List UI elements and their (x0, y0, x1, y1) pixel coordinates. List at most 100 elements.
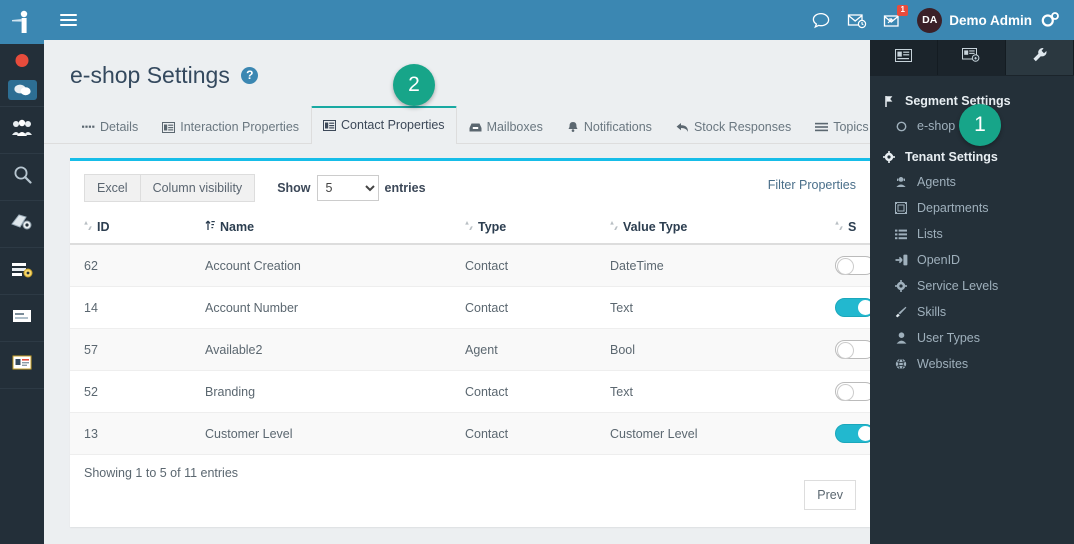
mail-clock-icon[interactable] (839, 0, 875, 40)
group-title-label: Tenant Settings (905, 150, 998, 164)
column-visibility-button[interactable]: Column visibility (140, 174, 256, 202)
mail-arrow-icon[interactable]: 1 (875, 0, 911, 40)
settings-rail-item[interactable] (0, 248, 44, 294)
right-panel-item-websites[interactable]: Websites (870, 351, 1074, 377)
cell-value-type: DateTime (610, 244, 835, 287)
col-header-label: S (848, 219, 857, 234)
cell-status (835, 328, 870, 371)
page-header: e-shop Settings ? (44, 40, 870, 89)
id-card-search-icon (962, 48, 981, 67)
table-row[interactable]: 52 Branding Contact Text (70, 370, 870, 413)
tab-topics[interactable]: Topics (803, 112, 870, 143)
table-info-label: Showing 1 to 5 of 11 entries (84, 466, 239, 480)
prev-page-button[interactable]: Prev (804, 480, 856, 510)
reports-rail-item[interactable] (0, 201, 44, 247)
status-toggle[interactable] (835, 382, 870, 401)
app-logo[interactable] (0, 0, 44, 44)
hamburger-icon[interactable] (44, 11, 92, 29)
right-panel-item-openid[interactable]: OpenID (870, 247, 1074, 273)
tab-label: Stock Responses (693, 120, 792, 134)
tab-interaction-properties[interactable]: Interaction Properties (150, 112, 311, 143)
chat-bubble-icon[interactable] (803, 0, 839, 40)
cell-status (835, 244, 870, 287)
cell-name: Account Creation (205, 244, 465, 287)
chat-rail-item[interactable] (0, 44, 44, 106)
app-root: 1 DA Demo Admin e-shop Settings ? Detail… (0, 0, 1074, 544)
table-body: 62 Account Creation Contact DateTime 14 … (70, 244, 870, 455)
step-badge-1: 1 (959, 104, 1001, 146)
cell-type: Contact (465, 244, 610, 287)
contact-card-tab[interactable] (870, 40, 938, 75)
item-label: Departments (917, 201, 989, 215)
status-toggle[interactable] (835, 298, 870, 317)
dots-icon (82, 122, 95, 133)
gears-icon[interactable] (1032, 0, 1068, 40)
top-header-bar: 1 DA Demo Admin (44, 0, 1074, 40)
sort-both-icon (84, 220, 92, 234)
col-header-label: Name (220, 219, 255, 234)
col-header-label: ID (97, 219, 110, 234)
cell-type: Contact (465, 412, 610, 455)
cell-name: Available2 (205, 328, 465, 371)
pagination: Prev (804, 480, 856, 510)
question-mark-icon[interactable]: ? (241, 67, 259, 84)
right-panel-item-service-levels[interactable]: Service Levels (870, 273, 1074, 299)
right-panel-item-skills[interactable]: Skills (870, 299, 1074, 325)
group-title-label: Segment Settings (905, 94, 1011, 108)
tab-notifications[interactable]: Notifications (555, 112, 664, 143)
excel-export-button[interactable]: Excel (84, 174, 141, 202)
right-panel-tab-bar (870, 40, 1074, 76)
username-label[interactable]: Demo Admin (949, 13, 1032, 28)
col-header-status[interactable]: S (835, 210, 870, 245)
gear-icon (894, 280, 908, 292)
status-toggle[interactable] (835, 424, 870, 443)
tab-label: Mailboxes (486, 120, 543, 134)
page-length-select[interactable]: 5102550100 (316, 175, 379, 201)
window-list-icon (162, 121, 176, 133)
item-label: Lists (917, 227, 943, 241)
contact-card-search-tab[interactable] (938, 40, 1006, 75)
table-row[interactable]: 13 Customer Level Contact Customer Level (70, 412, 870, 455)
flag-icon (882, 95, 896, 108)
col-header-type[interactable]: Type (465, 210, 610, 245)
bars-icon (815, 122, 829, 132)
contacts-rail-item[interactable] (0, 107, 44, 153)
right-panel-item-lists[interactable]: Lists (870, 221, 1074, 247)
cell-name: Branding (205, 370, 465, 413)
cards-rail-item[interactable] (0, 295, 44, 341)
right-panel-item-departments[interactable]: Departments (870, 195, 1074, 221)
search-rail-item[interactable] (0, 154, 44, 200)
table-row[interactable]: 57 Available2 Agent Bool (70, 328, 870, 371)
table-row[interactable]: 14 Account Number Contact Text (70, 286, 870, 329)
table-row[interactable]: 62 Account Creation Contact DateTime (70, 244, 870, 287)
col-header-value-type[interactable]: Value Type (610, 210, 835, 245)
tab-label: Details (100, 120, 139, 134)
avatar[interactable]: DA (917, 7, 943, 33)
globe-icon (894, 358, 908, 370)
status-toggle[interactable] (835, 256, 870, 275)
entries-label: entries (384, 181, 426, 195)
tab-contact-properties[interactable]: Contact Properties (311, 106, 457, 144)
tab-mailboxes[interactable]: Mailboxes (457, 112, 555, 143)
report-gear-icon (11, 213, 33, 236)
rail-item-list (0, 44, 44, 389)
show-label: Show (277, 181, 311, 195)
id-card-rail-item[interactable] (0, 342, 44, 388)
status-toggle[interactable] (835, 340, 870, 359)
right-panel-item-user-types[interactable]: User Types (870, 325, 1074, 351)
bell-icon (567, 121, 579, 133)
cell-status (835, 370, 870, 413)
item-label: Skills (917, 305, 947, 319)
wrench-icon (1032, 47, 1048, 68)
settings-tab[interactable] (1006, 40, 1074, 75)
main-content-area: e-shop Settings ? Details Interaction Pr… (44, 40, 870, 544)
page-length-control: Show 5102550100 entries (277, 175, 426, 201)
tab-stock-responses[interactable]: Stock Responses (664, 112, 803, 143)
id-card-icon (895, 48, 912, 67)
tenant-settings-group-title: Tenant Settings (870, 145, 1074, 169)
col-header-name[interactable]: Name (205, 210, 465, 245)
right-panel-item-agents[interactable]: Agents (870, 169, 1074, 195)
filter-properties-link[interactable]: Filter Properties (768, 178, 856, 192)
tab-details[interactable]: Details (70, 112, 150, 143)
col-header-id[interactable]: ID (70, 210, 205, 245)
